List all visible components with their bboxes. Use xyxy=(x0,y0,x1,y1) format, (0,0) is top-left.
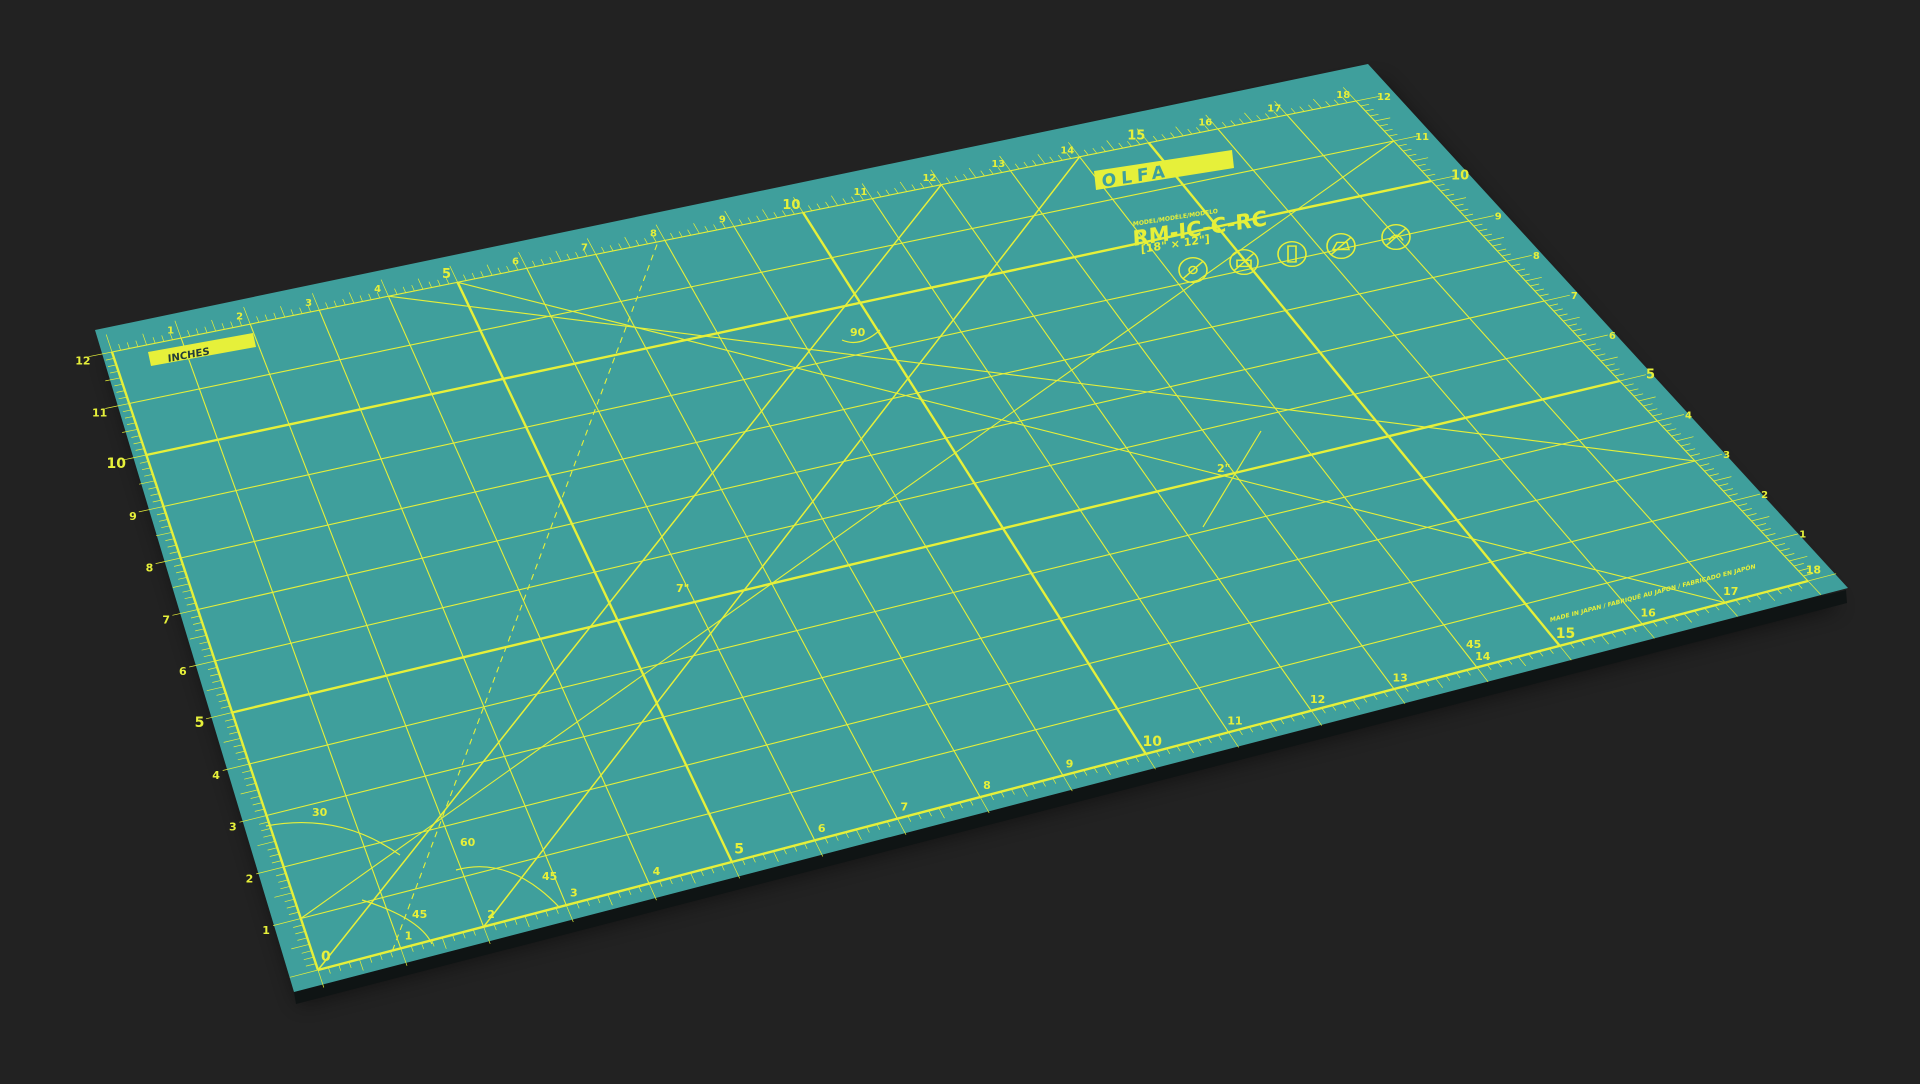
ruler-number-bottom-1: 1 xyxy=(405,930,413,943)
dimension-label-7in: 7" xyxy=(676,582,689,595)
ruler-number-right-2: 2 xyxy=(1761,490,1768,501)
angle-label-45-b: 45 xyxy=(542,870,557,883)
ruler-number-left-6: 6 xyxy=(179,665,187,678)
ruler-number-left-7: 7 xyxy=(162,613,170,626)
ruler-number-top-7: 7 xyxy=(581,242,588,253)
ruler-number-bottom-14: 14 xyxy=(1475,650,1491,663)
ruler-number-left-9: 9 xyxy=(129,510,137,523)
ruler-number-left-10: 10 xyxy=(106,456,126,472)
ruler-number-right-5: 5 xyxy=(1646,368,1655,383)
ruler-number-right-4: 4 xyxy=(1685,410,1692,421)
ruler-number-top-10: 10 xyxy=(782,198,800,213)
ruler-number-top-14: 14 xyxy=(1060,145,1074,156)
ruler-number-top-4: 4 xyxy=(374,284,381,295)
ruler-number-top-13: 13 xyxy=(991,159,1005,170)
ruler-number-top-6: 6 xyxy=(512,256,519,267)
ruler-number-bottom-3: 3 xyxy=(570,887,578,900)
ruler-number-right-11: 11 xyxy=(1415,132,1429,143)
ruler-number-bottom-11: 11 xyxy=(1227,714,1242,727)
ruler-number-top-8: 8 xyxy=(650,229,657,240)
ruler-number-left-5: 5 xyxy=(195,715,205,731)
ruler-number-right-3: 3 xyxy=(1723,450,1730,461)
ruler-number-left-3: 3 xyxy=(229,821,237,834)
ruler-number-bottom-10: 10 xyxy=(1143,734,1163,750)
angle-label-60: 60 xyxy=(460,836,476,849)
ruler-number-right-6: 6 xyxy=(1609,331,1616,342)
ruler-number-top-1: 1 xyxy=(167,326,174,337)
cutting-mat-svg: 0112233445566778899101011111212131314141… xyxy=(75,64,1848,1005)
ruler-number-top-9: 9 xyxy=(719,215,726,226)
dimension-label-2in: 2" xyxy=(1217,462,1230,475)
ruler-number-bottom-4: 4 xyxy=(653,865,661,878)
ruler-number-left-2: 2 xyxy=(246,872,254,885)
ruler-number-bottom-15: 15 xyxy=(1556,626,1575,642)
angle-label-45: 45 xyxy=(412,908,427,921)
ruler-number-right-12: 12 xyxy=(1377,92,1391,103)
ruler-number-right-9: 9 xyxy=(1495,211,1502,222)
ruler-number-bottom-13: 13 xyxy=(1393,671,1408,684)
ruler-number-top-5: 5 xyxy=(442,267,451,282)
ruler-number-bottom-18: 18 xyxy=(1806,564,1821,577)
ruler-number-left-1: 1 xyxy=(262,924,270,937)
ruler-number-bottom-5: 5 xyxy=(734,842,744,858)
angle-label-90: 90 xyxy=(850,326,866,339)
ruler-number-bottom-17: 17 xyxy=(1723,585,1738,598)
ruler-number-top-15: 15 xyxy=(1127,129,1145,144)
ruler-number-bottom-0: 0 xyxy=(321,949,331,965)
ruler-number-bottom-6: 6 xyxy=(818,822,826,835)
ruler-number-right-1: 1 xyxy=(1799,530,1806,541)
ruler-number-top-2: 2 xyxy=(236,312,243,323)
ruler-number-top-17: 17 xyxy=(1267,104,1281,115)
ruler-number-top-11: 11 xyxy=(853,187,867,198)
cutting-mat-photo: 0 1 1 2 2 3 3 4 4 5 5 6 6 7 7 8 8 9 9 10 10 11 11 12 12 13 13 14 14 1… xyxy=(0,0,1920,1080)
ruler-number-right-7: 7 xyxy=(1571,291,1578,302)
ruler-number-top-18: 18 xyxy=(1336,90,1350,101)
ruler-number-left-8: 8 xyxy=(146,562,154,575)
angle-label-45-c: 45 xyxy=(1466,638,1481,651)
ruler-number-left-11: 11 xyxy=(92,406,107,419)
ruler-number-bottom-16: 16 xyxy=(1640,607,1656,620)
ruler-number-right-8: 8 xyxy=(1533,251,1540,262)
angle-label-30: 30 xyxy=(312,806,328,819)
ruler-number-top-12: 12 xyxy=(922,173,936,184)
ruler-number-bottom-8: 8 xyxy=(983,779,991,792)
ruler-number-top-3: 3 xyxy=(305,298,312,309)
ruler-number-bottom-7: 7 xyxy=(900,801,908,814)
mat-surface xyxy=(95,64,1848,992)
ruler-number-bottom-9: 9 xyxy=(1066,757,1074,770)
ruler-number-top-16: 16 xyxy=(1198,118,1212,129)
ruler-number-right-10: 10 xyxy=(1451,169,1469,184)
ruler-number-left-12: 12 xyxy=(75,355,90,368)
ruler-number-bottom-12: 12 xyxy=(1310,693,1325,706)
ruler-number-left-4: 4 xyxy=(212,769,220,782)
